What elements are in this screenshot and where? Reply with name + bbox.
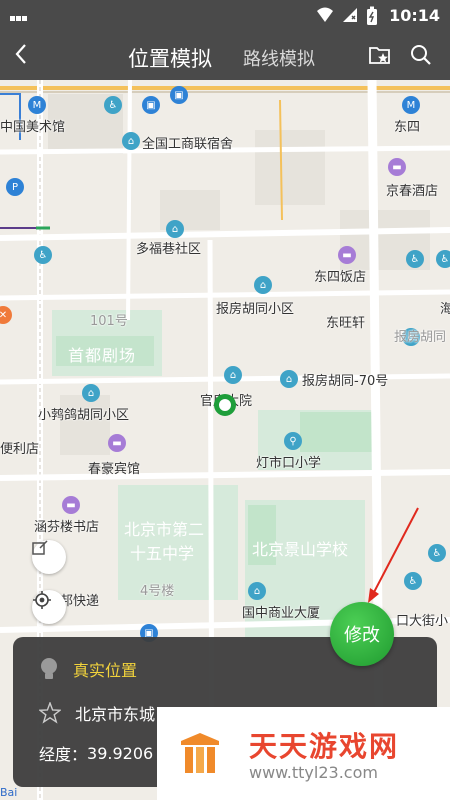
watermark-url: www.ttyl23.com xyxy=(249,763,378,782)
map-label: 101号 xyxy=(90,314,128,329)
map-label: 东四 xyxy=(394,120,421,135)
watermark: 天天游戏网 www.ttyl23.com xyxy=(157,707,450,800)
bulb-icon xyxy=(41,658,57,679)
status-time: 10:14 xyxy=(389,6,440,25)
subway-icon[interactable]: M xyxy=(28,96,46,114)
signal-icon xyxy=(343,8,357,22)
wifi-icon xyxy=(317,7,333,22)
battery-icon xyxy=(367,6,377,25)
school-icon[interactable]: ⚲ xyxy=(284,432,302,450)
toilet-icon-6[interactable]: ♿ xyxy=(428,544,446,562)
map-label: 口大街小 xyxy=(396,614,449,629)
map-label: 便利店 xyxy=(0,442,40,457)
crosshair-icon xyxy=(33,591,51,609)
poi-icon-3[interactable]: ⌂ xyxy=(254,276,272,294)
poi-icon[interactable]: ⌂ xyxy=(122,132,140,150)
hotel-icon-2[interactable]: ▬ xyxy=(338,246,356,264)
real-location-row[interactable]: 真实位置 xyxy=(39,657,137,681)
address-text: 北京市东城 xyxy=(75,705,156,724)
bus-icon-2[interactable]: ▣ xyxy=(170,86,188,104)
toilet-icon-4[interactable]: ♿ xyxy=(436,250,450,268)
coordinate-row: 经度： 39.9206 xyxy=(39,741,153,765)
tab-route-simulation[interactable]: 路线模拟 xyxy=(243,45,315,71)
baidu-logo: Bai xyxy=(0,786,18,799)
map-label: 东旺轩 xyxy=(326,316,366,331)
poi-icon-5[interactable]: ⌂ xyxy=(280,370,298,388)
map-label: 报房胡同 xyxy=(394,330,447,345)
real-location-label: 真实位置 xyxy=(73,661,138,680)
map-label: 十五中学 xyxy=(130,544,195,563)
hotel-icon-3[interactable]: ▬ xyxy=(108,434,126,452)
location-marker[interactable] xyxy=(214,394,236,416)
map-label: 国中商业大厦 xyxy=(242,606,321,621)
map-label: 报房胡同-70号 xyxy=(302,374,389,389)
toilet-icon-7[interactable]: ♿ xyxy=(404,572,422,590)
map-label: 东四饭店 xyxy=(314,270,367,285)
subway-icon-2[interactable]: M xyxy=(402,96,420,114)
hotel-icon[interactable]: ▬ xyxy=(388,158,406,176)
favorite-folder-icon[interactable] xyxy=(368,44,392,70)
poi-icon-4[interactable]: ⌂ xyxy=(224,366,242,384)
shop-icon[interactable]: ▬ xyxy=(62,496,80,514)
toilet-icon-3[interactable]: ♿ xyxy=(406,250,424,268)
map-label: 京春酒店 xyxy=(386,184,439,199)
back-button[interactable] xyxy=(14,42,28,72)
map-label: 4号楼 xyxy=(140,584,175,599)
poi-icon-6[interactable]: ⌂ xyxy=(82,384,100,402)
map-label: 北京市第二 xyxy=(124,520,205,539)
address-row[interactable]: 北京市东城 xyxy=(39,701,155,725)
poi-icon-2[interactable]: ⌂ xyxy=(166,220,184,238)
map-label: 涵芬楼书店 xyxy=(34,520,100,535)
latitude-value: 39.9206 xyxy=(87,743,154,763)
search-icon[interactable] xyxy=(410,44,432,70)
map-label: 首都剧场 xyxy=(68,346,137,365)
toilet-icon[interactable]: ♿ xyxy=(104,96,122,114)
map-label: 春豪宾馆 xyxy=(88,462,141,477)
edit-map-button[interactable] xyxy=(32,540,66,574)
modify-button[interactable]: 修改 xyxy=(330,602,394,666)
toilet-icon-2[interactable]: ♿ xyxy=(34,246,52,264)
edit-icon xyxy=(32,540,48,555)
poi-icon-7[interactable]: ⌂ xyxy=(248,582,266,600)
top-navbar: 位置模拟 路线模拟 xyxy=(0,32,450,80)
status-bar: 10:14 xyxy=(0,0,450,59)
watermark-title: 天天游戏网 xyxy=(249,730,400,763)
map-label: 北京景山学校 xyxy=(252,540,349,559)
map-label: 灯市口小学 xyxy=(256,456,322,471)
bus-icon[interactable]: ▣ xyxy=(142,96,160,114)
map-label: 报房胡同小区 xyxy=(216,302,295,317)
parking-icon[interactable]: P xyxy=(6,178,24,196)
locate-button[interactable] xyxy=(32,590,66,624)
map-label: 海 xyxy=(440,302,450,317)
map-label: 多福巷社区 xyxy=(136,242,202,257)
latitude-label: 经度： xyxy=(39,745,88,764)
chevron-left-icon xyxy=(15,44,26,64)
map-label: 中国美术馆 xyxy=(0,120,66,135)
site-logo-icon xyxy=(181,733,219,773)
star-outline-icon[interactable] xyxy=(39,702,61,724)
map-label: 全国工商联宿舍 xyxy=(142,137,234,152)
tab-location-simulation[interactable]: 位置模拟 xyxy=(128,43,212,73)
apps-grid-icon xyxy=(10,7,30,59)
map-label: 小鹁鸽胡同小区 xyxy=(38,408,130,423)
